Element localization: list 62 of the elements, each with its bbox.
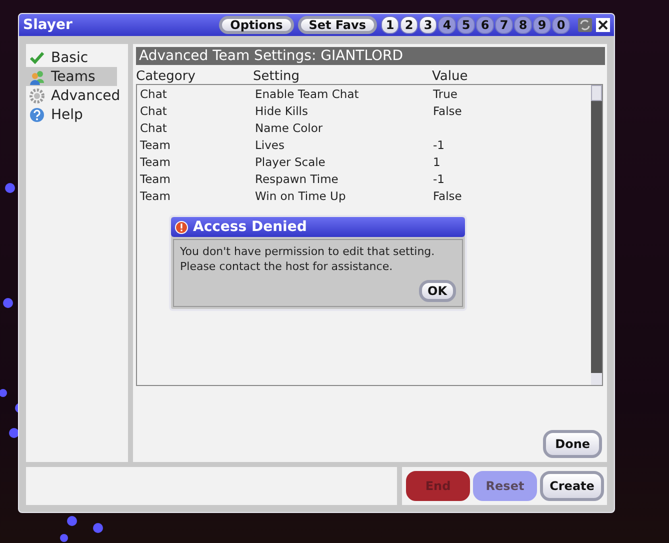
window-title: Slayer [23, 17, 74, 33]
table-row[interactable]: Team Respawn Time -1 [140, 170, 591, 187]
table-cell: -1 [433, 172, 444, 186]
favorite-button[interactable]: 2 [400, 16, 418, 34]
table-row[interactable]: Team Lives -1 [140, 136, 591, 153]
table-cell-text: Respawn Time [255, 172, 340, 186]
table-cell-text: Team [140, 154, 172, 168]
table-cell-text: Team [140, 138, 172, 152]
people-icon [29, 68, 45, 84]
table-cell-text: Win on Time Up [255, 188, 347, 202]
table-cell: False [433, 104, 462, 118]
table-cell-text: Hide Kills [255, 104, 309, 118]
table-cell-text: Player Scale [255, 154, 326, 168]
table-cell-text: Name Color [255, 120, 324, 134]
sidebar-item[interactable]: Basic [26, 48, 117, 67]
table-row[interactable]: Team Win on Time Up False [140, 187, 591, 204]
ok-button[interactable]: OK [418, 280, 456, 302]
column-header[interactable]: Setting [253, 69, 432, 84]
favorite-button[interactable]: 1 [381, 16, 399, 34]
dialog-message: Please contact the host for assistance. [180, 259, 394, 274]
close-icon[interactable] [596, 18, 610, 32]
table-row[interactable]: Team Player Scale 1 [140, 153, 591, 170]
column-header[interactable]: Category [136, 69, 253, 84]
table-cell-text: Chat [140, 104, 168, 118]
table-cell: True [433, 86, 458, 100]
table-cell-text: Lives [255, 138, 286, 152]
check-icon [29, 50, 45, 66]
column-header[interactable]: Value [432, 69, 468, 84]
table-cell-text: Team [140, 188, 172, 202]
warning-icon [175, 220, 188, 234]
gear-icon [29, 88, 45, 104]
help-icon [29, 106, 45, 122]
dialog-title: Access Denied [193, 219, 307, 235]
table-cell: -1 [433, 138, 444, 152]
favorite-button[interactable]: 7 [495, 16, 513, 34]
favorite-button[interactable]: 8 [514, 16, 532, 34]
table-cell: 1 [433, 154, 440, 168]
favorite-button[interactable]: 5 [457, 16, 475, 34]
scroll-up-icon[interactable] [591, 85, 602, 101]
table-row[interactable]: Chat Enable Team Chat True [140, 85, 591, 102]
sidebar-item[interactable]: Teams [26, 67, 117, 86]
title-button[interactable]: Options [219, 16, 294, 34]
dialog-message: You don't have permission to edit that setting. [180, 244, 436, 259]
table-row[interactable]: Chat Name Color [140, 119, 591, 136]
table-cell-text: Chat [140, 120, 168, 134]
table-cell-text: Chat [140, 86, 168, 100]
table-cell: False [433, 188, 462, 202]
footer-button[interactable]: Create [540, 471, 604, 501]
scrollbar[interactable] [591, 85, 602, 385]
table-cell-text: Enable Team Chat [255, 86, 360, 100]
favorite-button[interactable]: 3 [419, 16, 437, 34]
done-button[interactable]: Done [543, 430, 602, 458]
favorite-button[interactable]: 6 [476, 16, 494, 34]
sidebar-item[interactable]: Advanced [26, 86, 117, 105]
favorite-button[interactable]: 0 [552, 16, 570, 34]
table-cell-text: Team [140, 172, 172, 186]
favorite-button[interactable]: 4 [438, 16, 456, 34]
title-button[interactable]: Set Favs [298, 16, 377, 34]
favorite-button[interactable]: 9 [533, 16, 551, 34]
panel-title: Advanced Team Settings: GIANTLORD [136, 47, 605, 65]
table-row[interactable]: Chat Hide Kills False [140, 102, 591, 119]
sidebar-item[interactable]: Help [26, 105, 117, 124]
